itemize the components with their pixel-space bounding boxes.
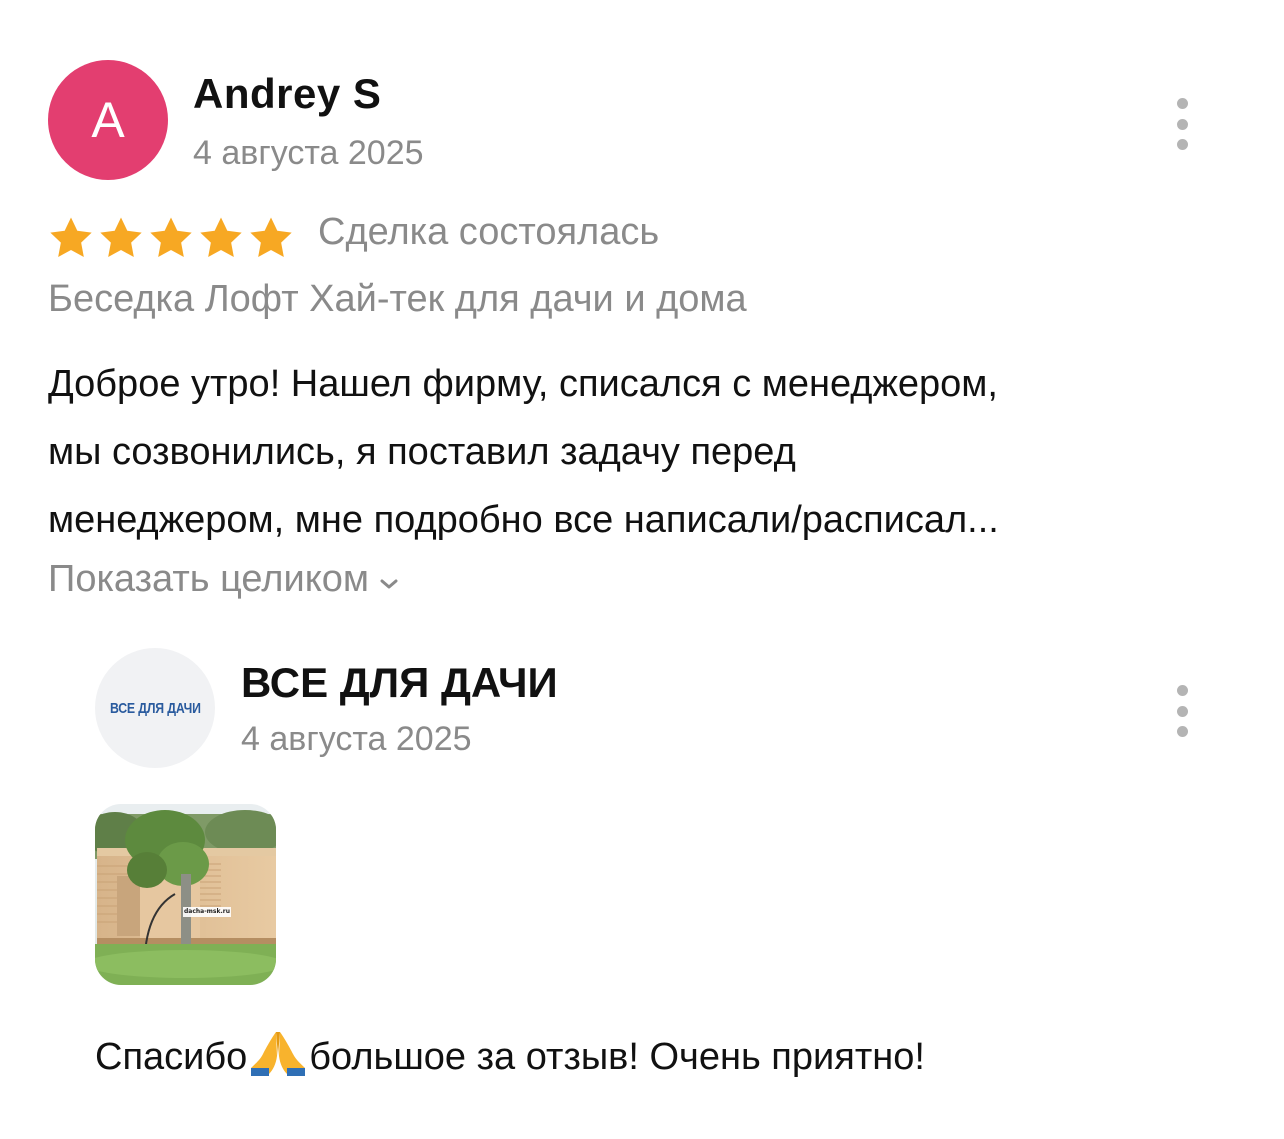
star-icon: [98, 216, 144, 260]
photo-watermark: dacha-msk.ru: [183, 908, 231, 915]
author-initial: A: [91, 92, 125, 148]
kebab-dot: [1176, 98, 1188, 109]
deal-status: Сделка состоялась: [318, 211, 660, 253]
kebab-dot: [1176, 726, 1188, 737]
author-avatar[interactable]: A: [48, 60, 168, 180]
shop-logo[interactable]: ВСЕ ДЛЯ ДАЧИ: [95, 648, 215, 768]
shop-logo-text: ВСЕ ДЛЯ ДАЧИ: [109, 699, 201, 717]
kebab-dot: [1176, 139, 1188, 150]
review-date: 4 августа 2025: [193, 134, 424, 172]
review-text: Доброе утро! Нашел фирму, списался с мен…: [48, 363, 999, 541]
star-icon: [198, 216, 244, 260]
review-more-options-button[interactable]: [1167, 98, 1197, 150]
show-more-label: Показать целиком: [48, 558, 370, 600]
reply-text-before: Спасибо: [95, 1035, 248, 1078]
star-rating: [48, 216, 294, 260]
author-name[interactable]: Andrey S: [193, 70, 381, 118]
reply-more-options-button[interactable]: [1167, 685, 1197, 737]
folded-hands-icon: [249, 1028, 307, 1086]
kebab-dot: [1176, 685, 1188, 696]
reply-text-after: большое за отзыв! Очень приятно!: [309, 1035, 925, 1078]
gazebo-photo: [95, 804, 276, 985]
product-title[interactable]: Беседка Лофт Хай-тек для дачи и дома: [48, 278, 747, 321]
reply-date: 4 августа 2025: [241, 720, 472, 758]
reply-text: Спасибо большое за отзыв! Очень приятно!: [95, 1028, 925, 1086]
kebab-dot: [1176, 705, 1188, 717]
reply-photo-thumbnail[interactable]: dacha-msk.ru: [95, 804, 276, 985]
kebab-dot: [1176, 118, 1188, 130]
star-icon: [248, 216, 294, 260]
star-icon: [148, 216, 194, 260]
show-more-button[interactable]: Показать целиком: [48, 558, 399, 601]
star-icon: [48, 216, 94, 260]
shop-name[interactable]: ВСЕ ДЛЯ ДАЧИ: [241, 659, 558, 707]
chevron-down-icon: [379, 558, 399, 601]
